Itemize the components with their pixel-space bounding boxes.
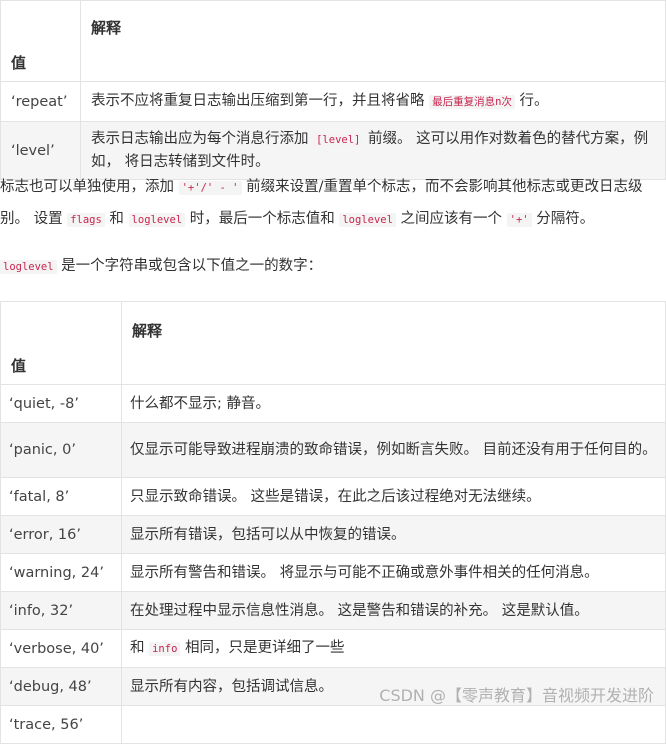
explanation-text: 显示所有警告和错误。 将显示与可能不正确或意外事件相关的任何消息。 — [130, 564, 599, 581]
inline-code: '+'/' - ' — [178, 181, 242, 195]
explanation-cell: 表示不应将重复日志输出压缩到第一行，并且将省略 最后重复消息n次 行。 — [80, 81, 666, 122]
loglevel-table: 值 解释 ‘quiet, -8’ 什么都不显示; 静音。 ‘panic, 0’ … — [0, 301, 666, 744]
table-row: ‘warning, 24’ 显示所有警告和错误。 将显示与可能不正确或意外事件相… — [0, 553, 666, 592]
explanation-text: 显示所有错误，包括可以从中恢复的错误。 — [130, 526, 406, 543]
value-cell: ‘repeat’ — [0, 81, 81, 122]
header-value: 值 — [0, 0, 81, 82]
loglevel-paragraph: loglevel 是一个字符串或包含以下值之一的数字： — [0, 251, 666, 283]
explanation-text: 表示不应将重复日志输出压缩到第一行，并且将省略 — [91, 93, 430, 109]
explanation-text: 表示日志输出应为每个消息行添加 — [91, 131, 314, 147]
table-row: ‘trace, 56’ — [0, 705, 666, 744]
explanation-cell: 在处理过程中显示信息性消息。 这是警告和错误的补充。 这是默认值。 — [121, 591, 666, 630]
explanation-cell: 和 info 相同，只是更详细了一些 — [121, 629, 666, 668]
table-row: ‘error, 16’ 显示所有错误，包括可以从中恢复的错误。 — [0, 515, 666, 554]
explanation-text: 显示所有内容，包括调试信息。 — [130, 678, 333, 695]
inline-code: 最后重复消息n次 — [429, 95, 515, 109]
table-header-row: 值 解释 — [0, 0, 666, 82]
explanation-cell: 仅显示可能导致进程崩溃的致命错误，例如断言失败。 目前还没有用于任何目的。 — [121, 422, 666, 478]
table-row: ‘quiet, -8’ 什么都不显示; 静音。 — [0, 384, 666, 423]
value-cell: ‘warning, 24’ — [0, 553, 122, 592]
table-row: ‘level’ 表示日志输出应为每个消息行添加 [level] 前缀。 这可以用… — [0, 121, 666, 180]
explanation-text: 和 — [130, 640, 150, 656]
paragraph-text: 分隔符。 — [531, 211, 595, 227]
header-explanation: 解释 — [80, 0, 666, 82]
watermark: CSDN @【零声教育】音视频开发进阶 — [379, 686, 654, 705]
explanation-cell — [121, 705, 666, 744]
explanation-text: 什么都不显示; 静音。 — [130, 395, 270, 412]
inline-code: loglevel — [0, 260, 57, 274]
value-cell: ‘verbose, 40’ — [0, 629, 122, 668]
table-row: ‘panic, 0’ 仅显示可能导致进程崩溃的致命错误，例如断言失败。 目前还没… — [0, 422, 666, 478]
paragraph-text: 时，最后一个标志值和 — [185, 211, 340, 227]
value-cell: ‘panic, 0’ — [0, 422, 122, 478]
paragraph-text: 和 — [104, 211, 129, 227]
table-row: ‘fatal, 8’ 只显示致命错误。 这些是错误，在此之后该过程绝对无法继续。 — [0, 477, 666, 516]
table-header-row: 值 解释 — [0, 301, 666, 385]
explanation-text: 行。 — [514, 93, 549, 109]
inline-code: flags — [67, 213, 105, 227]
table-row: ‘repeat’ 表示不应将重复日志输出压缩到第一行，并且将省略 最后重复消息n… — [0, 81, 666, 122]
explanation-cell: 显示所有警告和错误。 将显示与可能不正确或意外事件相关的任何消息。 — [121, 553, 666, 592]
inline-code: loglevel — [128, 213, 186, 227]
header-explanation: 解释 — [121, 301, 666, 385]
inline-code: '+' — [506, 213, 532, 227]
value-cell: ‘fatal, 8’ — [0, 477, 122, 516]
value-cell: ‘debug, 48’ — [0, 667, 122, 706]
inline-code: [level] — [313, 133, 364, 147]
paragraph-text: 标志也可以单独使用，添加 — [0, 179, 179, 195]
inline-code: loglevel — [339, 213, 396, 227]
table-row: ‘verbose, 40’ 和 info 相同，只是更详细了一些 — [0, 629, 666, 668]
flags-paragraph: 标志也可以单独使用，添加 '+'/' - ' 前缀来设置/重置单个标志，而不会影… — [0, 172, 666, 236]
explanation-cell: 显示所有错误，包括可以从中恢复的错误。 — [121, 515, 666, 554]
value-cell: ‘quiet, -8’ — [0, 384, 122, 423]
value-cell: ‘info, 32’ — [0, 591, 122, 630]
explanation-cell: 什么都不显示; 静音。 — [121, 384, 666, 423]
value-cell: ‘level’ — [0, 121, 81, 180]
explanation-text: 相同，只是更详细了一些 — [180, 640, 345, 656]
value-cell: ‘error, 16’ — [0, 515, 122, 554]
explanation-text: 在处理过程中显示信息性消息。 这是警告和错误的补充。 这是默认值。 — [130, 602, 589, 619]
paragraph-text: 之间应该有一个 — [395, 211, 507, 227]
inline-code: info — [149, 642, 181, 656]
header-value: 值 — [0, 301, 122, 385]
paragraph-text: 是一个字符串或包含以下值之一的数字： — [56, 258, 323, 274]
explanation-cell: 只显示致命错误。 这些是错误，在此之后该过程绝对无法继续。 — [121, 477, 666, 516]
explanation-text: 只显示致命错误。 这些是错误，在此之后该过程绝对无法继续。 — [130, 488, 541, 505]
explanation-text: 仅显示可能导致进程崩溃的致命错误，例如断言失败。 目前还没有用于任何目的。 — [130, 442, 657, 458]
table-row: ‘info, 32’ 在处理过程中显示信息性消息。 这是警告和错误的补充。 这是… — [0, 591, 666, 630]
value-cell: ‘trace, 56’ — [0, 705, 122, 744]
flags-table: 值 解释 ‘repeat’ 表示不应将重复日志输出压缩到第一行，并且将省略 最后… — [0, 0, 666, 180]
explanation-cell: 表示日志输出应为每个消息行添加 [level] 前缀。 这可以用作对数着色的替代… — [80, 121, 666, 180]
